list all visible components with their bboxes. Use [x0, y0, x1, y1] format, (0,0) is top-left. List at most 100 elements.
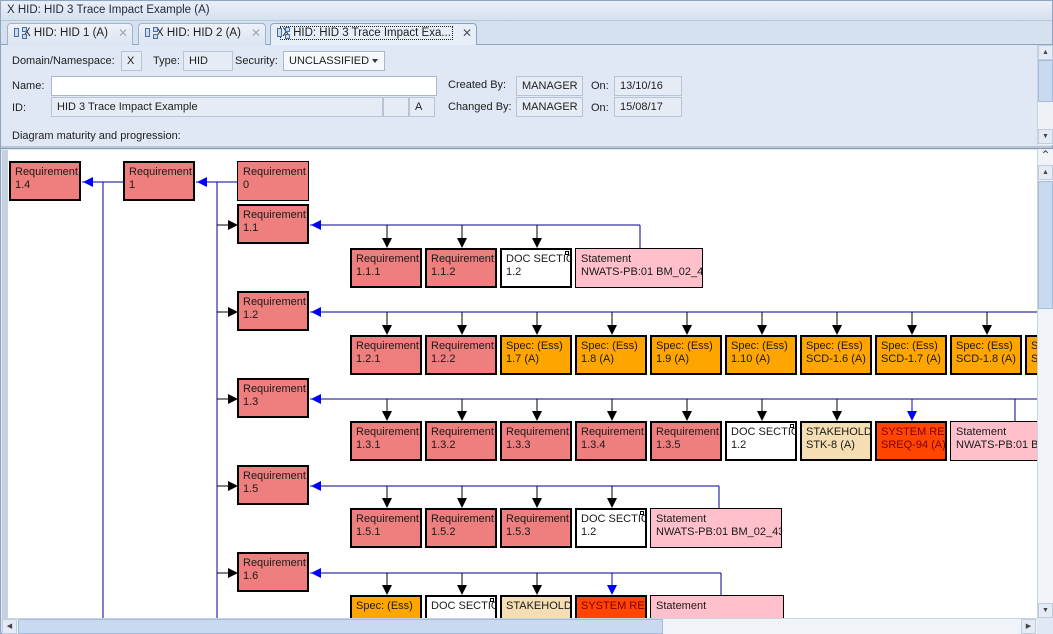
requirement-node[interactable]: Requirement 1.3.5 — [650, 421, 722, 461]
requirement-node[interactable]: Requirement 1.2.2 — [425, 335, 497, 375]
requirement-node[interactable]: Requirement 1.5.2 — [425, 508, 497, 548]
requirement-node[interactable]: Requirement 1.3.2 — [425, 421, 497, 461]
stakeholder-node[interactable]: STAKEHOLDER — [500, 595, 572, 619]
requirement-node[interactable]: Requirement 1.1 — [237, 204, 309, 244]
spec-node[interactable]: Spec: (Ess) 1.9 (A) — [650, 335, 722, 375]
node-id: 1.9 (A) — [656, 353, 690, 365]
node-type: Requirement — [356, 340, 419, 352]
spec-node[interactable]: Spec: (Ess) SCD-1.8 (A) — [950, 335, 1022, 375]
created-on-label: On: — [591, 80, 609, 92]
collapse-up-icon[interactable]: ⌃ — [1038, 149, 1053, 164]
node-type: Requirement — [431, 253, 494, 265]
node-type: Spec: (Ess) — [731, 340, 788, 352]
scroll-up-icon[interactable]: ▲ — [1038, 165, 1053, 180]
scrollbar-thumb[interactable] — [1038, 181, 1053, 309]
created-on-field[interactable]: 13/10/16 — [614, 76, 682, 96]
arrowhead-icon — [382, 498, 392, 508]
scroll-up-icon[interactable]: ▲ — [1038, 45, 1053, 60]
tab-hid-3[interactable]: X HID: HID 3 Trace Impact Exa... ✕ — [270, 23, 477, 46]
requirement-node[interactable]: Requirement 1.3.1 — [350, 421, 422, 461]
node-type: DOC SECTION — [581, 513, 645, 525]
statement-node[interactable]: StatementNWATS-PB:01 BM_02_4 — [950, 421, 1037, 461]
node-id: 1.3.2 — [431, 439, 456, 451]
requirement-node[interactable]: Requirement 1.1.2 — [425, 248, 497, 288]
requirement-node[interactable]: Requirement 1.3.3 — [500, 421, 572, 461]
close-icon[interactable]: ✕ — [462, 27, 472, 40]
tab-hid-2[interactable]: X HID: HID 2 (A) ✕ — [138, 23, 266, 45]
requirement-node[interactable]: Requirement 1.5 — [237, 465, 309, 505]
node-type: Statement — [656, 600, 707, 612]
requirement-node[interactable]: Requirement 1.3 — [237, 378, 309, 418]
requirement-node[interactable]: Requirement 0 — [237, 161, 309, 201]
requirement-node[interactable]: Requirement 1.2.1 — [350, 335, 422, 375]
requirement-node[interactable]: Requirement 1.6 — [237, 552, 309, 592]
doc-section-node[interactable]: DOC SECTION1.2 — [575, 508, 647, 548]
system-req-node[interactable]: SYSTEM REQ SREQ-94 (A) — [875, 421, 947, 461]
changed-on-field[interactable]: 15/08/17 — [614, 97, 682, 117]
window-title: X HID: HID 3 Trace Impact Example (A) — [1, 1, 1052, 21]
doc-section-node[interactable]: DOC SECTION1.2 — [725, 421, 797, 461]
node-id: NWATS-PB:01 BM_02_43 — [656, 526, 782, 538]
node-type: Requirement — [243, 383, 306, 395]
spec-node[interactable]: Spec: (Ess) SCD-1.6 (A) — [800, 335, 872, 375]
security-select[interactable]: UNCLASSIFIED — [283, 51, 385, 71]
spec-node[interactable]: Spec: (Ess) 1.8 (A) — [575, 335, 647, 375]
node-type: Requirement — [243, 470, 306, 482]
requirement-node[interactable]: Requirement 1.1.1 — [350, 248, 422, 288]
spec-node[interactable]: Spec: (Ess) 1.7 (A) — [500, 335, 572, 375]
node-id: 1.5.2 — [431, 526, 456, 538]
arrowhead-icon — [311, 220, 321, 230]
doc-section-node[interactable]: DOC SECTION — [425, 595, 497, 619]
form-scrollbar[interactable]: ▲ ▼ — [1037, 45, 1053, 145]
spec-node[interactable]: Spec: (Ess) SCD-1.7 (A) — [875, 335, 947, 375]
id-extra-field[interactable] — [383, 97, 409, 117]
requirement-node[interactable]: Requirement 1.3.4 — [575, 421, 647, 461]
application-window: X HID: HID 3 Trace Impact Example (A) X … — [0, 0, 1053, 634]
scroll-left-icon[interactable]: ◀ — [2, 619, 17, 634]
diagram-horizontal-scrollbar[interactable]: ◀ ▶ — [2, 618, 1037, 634]
scroll-down-icon[interactable]: ▼ — [1038, 129, 1053, 144]
requirement-node[interactable]: Requirement 1.5.3 — [500, 508, 572, 548]
changed-by-field[interactable]: MANAGER — [516, 97, 583, 117]
diagram-canvas[interactable]: Requirement 1.4 Requirement 1 Requirement 0 Re… — [2, 150, 1037, 619]
scroll-right-icon[interactable]: ▶ — [1021, 619, 1036, 634]
doc-section-node[interactable]: DOC SECTION1.2 — [500, 248, 572, 288]
note-corner-icon — [565, 251, 569, 255]
created-by-field[interactable]: MANAGER — [516, 76, 583, 96]
statement-node[interactable]: StatementNWATS-PB:01 BM_02_4 — [575, 248, 703, 288]
requirement-node[interactable]: Requirement 1 — [123, 161, 195, 201]
spec-node[interactable]: Spec: (Ess) — [350, 595, 422, 619]
requirement-node[interactable]: Requirement 1.4 — [9, 161, 81, 201]
requirement-node[interactable]: Requirement 1.2 — [237, 291, 309, 331]
node-id: 1.3.5 — [656, 439, 681, 451]
id-field[interactable]: HID 3 Trace Impact Example — [51, 97, 383, 117]
diagram-vertical-scrollbar[interactable]: ⌃ ▲ ▼ — [1037, 149, 1053, 619]
node-id: NWATS-PB:01 BM_02_4 — [581, 266, 703, 278]
close-icon[interactable]: ✕ — [118, 27, 128, 40]
system-req-node[interactable]: SYSTEM REQ — [575, 595, 647, 619]
name-input[interactable] — [51, 76, 437, 96]
node-id: SCD-1.8 (A) — [956, 353, 1016, 365]
scroll-down-icon[interactable]: ▼ — [1038, 603, 1053, 618]
arrowhead-icon — [757, 325, 767, 335]
spec-node[interactable]: Spec: (Ess) 1.10 (A) — [725, 335, 797, 375]
arrowhead-icon — [532, 411, 542, 421]
statement-node[interactable]: Statement — [650, 595, 784, 619]
close-icon[interactable]: ✕ — [251, 27, 261, 40]
arrowhead-icon — [382, 325, 392, 335]
domain-field[interactable]: X — [121, 51, 142, 71]
requirement-node[interactable]: Requirement 1.5.1 — [350, 508, 422, 548]
tab-hid-1[interactable]: X HID: HID 1 (A) ✕ — [7, 23, 133, 45]
statement-node[interactable]: Statement NWATS-PB:01 BM_02_43 — [650, 508, 782, 548]
node-id: 1.3.1 — [356, 439, 381, 451]
splitter[interactable] — [1, 146, 1052, 149]
node-type: SYSTEM REQ — [881, 426, 947, 438]
stakeholder-node[interactable]: STAKEHOLDERSTK-8 (A) — [800, 421, 872, 461]
arrowhead-icon — [607, 585, 617, 595]
spec-node[interactable]: Spec: (Ess)SCD-1.9 (A) — [1025, 335, 1037, 375]
id-revision-field[interactable]: A — [409, 97, 435, 117]
scrollbar-thumb[interactable] — [1038, 60, 1053, 102]
scrollbar-thumb[interactable] — [18, 619, 663, 634]
node-id: STK-8 (A) — [806, 439, 855, 451]
type-field[interactable]: HID — [183, 51, 233, 71]
